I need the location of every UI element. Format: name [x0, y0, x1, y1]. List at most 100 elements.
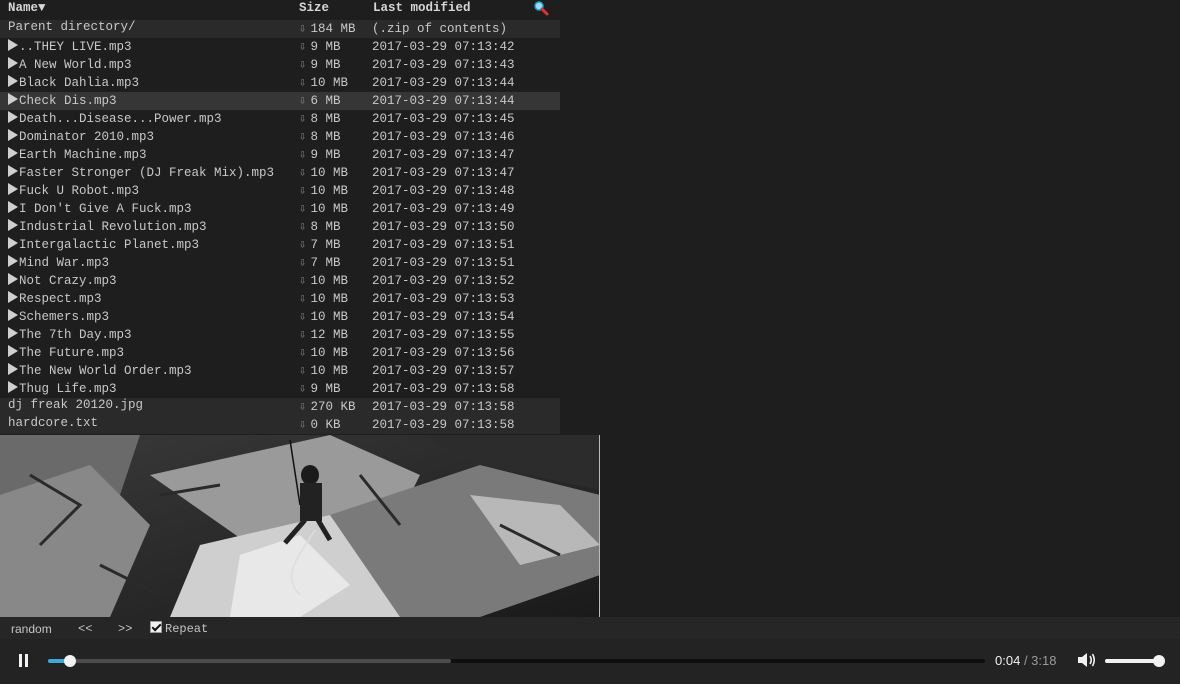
track-row[interactable]: A New World.mp3 ⇩ 9 MB 2017-03-29 07:13:43 — [0, 56, 560, 74]
file-row[interactable]: hardcore.txt ⇩ 0 KB 2017-03-29 07:13:58 — [0, 416, 560, 434]
file-name[interactable]: Check Dis.mp3 — [8, 92, 117, 110]
download-icon[interactable]: ⇩ — [299, 22, 307, 36]
download-icon[interactable]: ⇩ — [299, 202, 307, 216]
sort-by-size[interactable]: Size — [299, 1, 329, 15]
volume-slider[interactable] — [1105, 655, 1165, 667]
file-name[interactable]: The 7th Day.mp3 — [8, 326, 132, 344]
download-icon[interactable]: ⇩ — [299, 292, 307, 306]
download-icon[interactable]: ⇩ — [299, 58, 307, 72]
file-name[interactable]: Black Dahlia.mp3 — [8, 74, 139, 92]
download-icon[interactable]: ⇩ — [299, 94, 307, 108]
track-row[interactable]: Faster Stronger (DJ Freak Mix).mp3 ⇩ 10 MB… — [0, 164, 560, 182]
download-icon[interactable]: ⇩ — [299, 148, 307, 162]
download-icon[interactable]: ⇩ — [299, 184, 307, 198]
search-icon[interactable] — [532, 0, 550, 18]
download-icon[interactable]: ⇩ — [299, 166, 307, 180]
download-icon[interactable]: ⇩ — [299, 76, 307, 90]
file-name[interactable]: Industrial Revolution.mp3 — [8, 218, 207, 236]
download-icon[interactable]: ⇩ — [299, 382, 307, 396]
download-icon[interactable]: ⇩ — [299, 40, 307, 54]
download-icon[interactable]: ⇩ — [299, 400, 307, 414]
track-row[interactable]: Mind War.mp3 ⇩ 7 MB 2017-03-29 07:13:51 — [0, 254, 560, 272]
file-name-text[interactable]: Black Dahlia.mp3 — [19, 76, 139, 90]
play-icon[interactable] — [8, 327, 18, 339]
download-icon[interactable]: ⇩ — [299, 256, 307, 270]
play-icon[interactable] — [8, 219, 18, 231]
play-icon[interactable] — [8, 201, 18, 213]
track-row[interactable]: Industrial Revolution.mp3 ⇩ 8 MB 2017-03-29… — [0, 218, 560, 236]
play-icon[interactable] — [8, 147, 18, 159]
download-icon[interactable]: ⇩ — [299, 238, 307, 252]
file-name[interactable]: Dominator 2010.mp3 — [8, 128, 154, 146]
play-icon[interactable] — [8, 309, 18, 321]
random-button[interactable]: random — [11, 622, 52, 636]
file-name[interactable]: Respect.mp3 — [8, 290, 102, 308]
file-name[interactable]: Intergalactic Planet.mp3 — [8, 236, 199, 254]
file-name[interactable]: Schemers.mp3 — [8, 308, 109, 326]
track-row[interactable]: Fuck U Robot.mp3 ⇩ 10 MB 2017-03-29 07:13:4… — [0, 182, 560, 200]
file-name[interactable]: Death...Disease...Power.mp3 — [8, 110, 222, 128]
file-name[interactable]: ..THEY LIVE.mp3 — [8, 38, 132, 56]
file-name[interactable]: I Don't Give A Fuck.mp3 — [8, 200, 192, 218]
play-icon[interactable] — [8, 363, 18, 375]
track-row[interactable]: I Don't Give A Fuck.mp3 ⇩ 10 MB 2017-03-29 … — [0, 200, 560, 218]
play-icon[interactable] — [8, 111, 18, 123]
sort-by-name[interactable]: Name▼ — [8, 1, 46, 15]
track-row[interactable]: The New World Order.mp3 ⇩ 10 MB 2017-03-29 … — [0, 362, 560, 380]
play-icon[interactable] — [8, 57, 18, 69]
play-icon[interactable] — [8, 237, 18, 249]
track-row[interactable]: ..THEY LIVE.mp3 ⇩ 9 MB 2017-03-29 07:13:42 — [0, 38, 560, 56]
download-icon[interactable]: ⇩ — [299, 346, 307, 360]
track-row[interactable]: Respect.mp3 ⇩ 10 MB 2017-03-29 07:13:53 — [0, 290, 560, 308]
sort-by-modified[interactable]: Last modified — [373, 1, 471, 15]
repeat-toggle[interactable]: Repeat — [150, 621, 208, 636]
download-icon[interactable]: ⇩ — [299, 112, 307, 126]
previous-button[interactable]: << — [78, 622, 92, 636]
track-row[interactable]: The Future.mp3 ⇩ 10 MB 2017-03-29 07:13:56 — [0, 344, 560, 362]
track-row[interactable]: Death...Disease...Power.mp3 ⇩ 8 MB 2017-03-… — [0, 110, 560, 128]
download-icon[interactable]: ⇩ — [299, 274, 307, 288]
track-row[interactable]: The 7th Day.mp3 ⇩ 12 MB 2017-03-29 07:13:55 — [0, 326, 560, 344]
file-name[interactable]: The Future.mp3 — [8, 344, 124, 362]
file-name-text[interactable]: Check Dis.mp3 — [19, 94, 117, 108]
volume-handle[interactable] — [1153, 655, 1165, 667]
file-name[interactable]: Fuck U Robot.mp3 — [8, 182, 139, 200]
file-name-text[interactable]: The 7th Day.mp3 — [19, 328, 132, 342]
play-icon[interactable] — [8, 165, 18, 177]
play-icon[interactable] — [8, 75, 18, 87]
file-name-text[interactable]: A New World.mp3 — [19, 58, 132, 72]
track-row[interactable]: Dominator 2010.mp3 ⇩ 8 MB 2017-03-29 07:13:… — [0, 128, 560, 146]
next-button[interactable]: >> — [118, 622, 132, 636]
play-icon[interactable] — [8, 345, 18, 357]
download-icon[interactable]: ⇩ — [299, 220, 307, 234]
seek-handle[interactable] — [64, 655, 77, 667]
download-icon[interactable]: ⇩ — [299, 310, 307, 324]
repeat-checkbox[interactable] — [150, 621, 162, 633]
file-name[interactable]: Faster Stronger (DJ Freak Mix).mp3 — [8, 164, 274, 182]
file-name-text[interactable]: ..THEY LIVE.mp3 — [19, 40, 132, 54]
track-row[interactable]: Not Crazy.mp3 ⇩ 10 MB 2017-03-29 07:13:52 — [0, 272, 560, 290]
file-name[interactable]: Mind War.mp3 — [8, 254, 109, 272]
file-name-text[interactable]: The Future.mp3 — [19, 346, 124, 360]
file-name-text[interactable]: Death...Disease...Power.mp3 — [19, 112, 222, 126]
file-name[interactable]: dj freak 20120.jpg — [8, 396, 143, 414]
track-row[interactable]: Black Dahlia.mp3 ⇩ 10 MB 2017-03-29 07:13:4… — [0, 74, 560, 92]
play-icon[interactable] — [8, 381, 18, 393]
download-icon[interactable]: ⇩ — [299, 130, 307, 144]
file-name[interactable]: The New World Order.mp3 — [8, 362, 192, 380]
play-icon[interactable] — [8, 291, 18, 303]
seek-bar[interactable] — [48, 655, 985, 667]
file-name-text[interactable]: Schemers.mp3 — [19, 310, 109, 324]
track-row[interactable]: Intergalactic Planet.mp3 ⇩ 7 MB 2017-03-29 … — [0, 236, 560, 254]
file-name-text[interactable]: dj freak 20120.jpg — [8, 398, 143, 412]
file-name-text[interactable]: I Don't Give A Fuck.mp3 — [19, 202, 192, 216]
download-icon[interactable]: ⇩ — [299, 418, 307, 432]
file-name-text[interactable]: Dominator 2010.mp3 — [19, 130, 154, 144]
track-row[interactable]: Check Dis.mp3 ⇩ 6 MB 2017-03-29 07:13:44 — [0, 92, 560, 110]
file-name[interactable]: Earth Machine.mp3 — [8, 146, 147, 164]
parent-directory-row[interactable]: Parent directory/ ⇩ 184 MB (.zip of conte… — [0, 20, 560, 38]
file-name-text[interactable]: Intergalactic Planet.mp3 — [19, 238, 199, 252]
download-icon[interactable]: ⇩ — [299, 364, 307, 378]
file-name[interactable]: A New World.mp3 — [8, 56, 132, 74]
file-name-text[interactable]: Industrial Revolution.mp3 — [19, 220, 207, 234]
